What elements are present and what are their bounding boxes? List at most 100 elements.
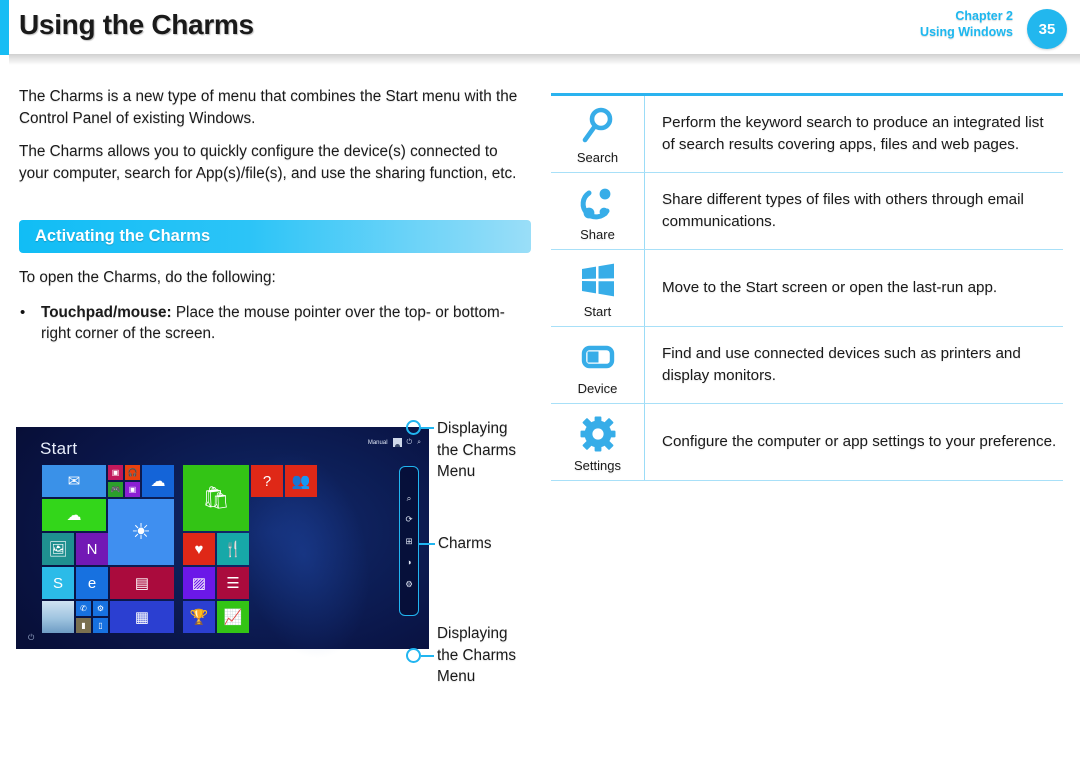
- charm-description: Move to the Start screen or open the las…: [662, 278, 998, 296]
- heart-icon: ♥: [194, 540, 204, 558]
- picture-tile[interactable]: [42, 601, 74, 633]
- store-icon: 🛍: [202, 485, 230, 510]
- charm-icon-label: Search: [576, 149, 619, 165]
- finance-tile[interactable]: 📈: [217, 601, 249, 633]
- callout-line-top: [421, 427, 434, 430]
- charm-description: Perform the keyword search to produce an…: [662, 114, 1044, 153]
- device-icon[interactable]: ◑: [406, 558, 411, 567]
- health-tile[interactable]: ♥: [183, 533, 215, 565]
- settings-icon[interactable]: ⚙: [405, 580, 413, 589]
- chapter-name: Using Windows: [920, 24, 1013, 39]
- news-icon: ▤: [134, 574, 150, 592]
- chapter-info: Chapter 2 Using Windows: [920, 9, 1013, 40]
- charm-description: Share different types of files with othe…: [662, 191, 1024, 230]
- people-icon: 👥: [291, 472, 311, 490]
- book-icon: ▮: [81, 620, 86, 630]
- section-heading-title: Activating the Charms: [35, 226, 211, 245]
- photos-tile[interactable]: 🖼: [42, 533, 74, 565]
- cloud-outline-icon: ☁: [66, 506, 82, 524]
- sun-tile[interactable]: ☀: [108, 499, 174, 565]
- charm-icon-cell: Share: [551, 172, 645, 249]
- settings-icon: [579, 413, 617, 455]
- onenote-icon: N: [86, 540, 98, 558]
- chapter-number: Chapter 2: [955, 9, 1013, 23]
- trophy-icon: 🏆: [189, 608, 209, 626]
- ie-icon: e: [87, 574, 97, 592]
- header-accent-bar: [0, 0, 9, 55]
- callout-label-mid: Charms: [438, 535, 492, 552]
- charm-description: Configure the computer or app settings t…: [662, 432, 1057, 450]
- page-number-badge: 35: [1027, 9, 1067, 49]
- tile-grid: ✉ ▣ 🎧 🎮 ▣ ☁ ☁ ☀ 🖼 N Se ▤ ✆ ⚙ ▮ ▯ ▦ 🛍? 👥 ♥ 🍴 ▨ ☰ 🏆 📈: [42, 465, 322, 637]
- corner-power-icon[interactable]: ⏻: [28, 633, 34, 643]
- store-tile[interactable]: 🛍: [183, 465, 249, 531]
- cloud-icon: ☁: [150, 472, 166, 490]
- charms-bar[interactable]: ⌕ ⟳ ⊞ ◑ ⚙: [399, 466, 419, 616]
- charm-icon-cell: Settings: [551, 403, 645, 480]
- settings-tile[interactable]: ⚙: [93, 601, 108, 616]
- map-icon: ▨: [191, 574, 207, 592]
- music-tile[interactable]: 🎧: [125, 465, 140, 480]
- charm-icon-label: Settings: [574, 457, 621, 473]
- left-column: The Charms is a new type of menu that co…: [19, 86, 531, 345]
- user-icon: [392, 438, 402, 447]
- phone-tile[interactable]: ✆: [76, 601, 91, 616]
- charm-icon-cell: Search: [551, 95, 645, 172]
- calendar-tile[interactable]: ▦: [110, 601, 174, 633]
- callout-line-mid: [418, 543, 435, 546]
- account-area: Manual ⏻ ⌕: [368, 438, 421, 447]
- skype-tile[interactable]: S: [42, 567, 74, 599]
- travel-tile[interactable]: ▨: [183, 567, 215, 599]
- help-tile[interactable]: ?: [251, 465, 283, 497]
- start-screen-title: Start: [40, 439, 78, 458]
- games-tile[interactable]: 🎮: [108, 482, 123, 497]
- list-tile[interactable]: ☰: [217, 567, 249, 599]
- device-icon: [579, 336, 617, 378]
- charm-icon-label: Device: [577, 380, 618, 396]
- charm-table-row: Settings Configure the computer or app se…: [551, 403, 1063, 481]
- charms-description-table: Search Perform the keyword search to prod…: [551, 93, 1063, 481]
- onedrive-tile[interactable]: ☁: [142, 465, 174, 497]
- account-name: Manual: [367, 439, 388, 446]
- charm-table-row: Search Perform the keyword search to prod…: [551, 95, 1063, 173]
- photo-icon: 🖼: [48, 540, 68, 558]
- charm-table-row: Share Share different types of files with…: [551, 172, 1063, 250]
- section-intro-text: To open the Charms, do the following:: [19, 268, 276, 286]
- intro-paragraph-2: The Charms allows you to quickly configu…: [19, 143, 517, 183]
- power-icon: ⏻: [406, 439, 413, 446]
- video-icon: ▣: [111, 467, 120, 477]
- camera-icon: ▣: [128, 484, 137, 494]
- video-tile[interactable]: ▣: [108, 465, 123, 480]
- bullet-marker: •: [20, 303, 26, 321]
- reader-tile[interactable]: ▮: [76, 618, 91, 633]
- camera-tile[interactable]: ▣: [125, 482, 140, 497]
- charm-icon-cell: Device: [551, 326, 645, 403]
- news-tile[interactable]: ▤: [110, 567, 174, 599]
- people-tile[interactable]: 👥: [285, 465, 317, 497]
- search-icon: ⌕: [417, 439, 421, 446]
- page-title: Using the Charms: [19, 9, 254, 40]
- question-icon: ?: [262, 472, 272, 490]
- ie-tile[interactable]: e: [76, 567, 108, 599]
- mail-tile[interactable]: ✉: [42, 465, 106, 497]
- food-tile[interactable]: 🍴: [217, 533, 249, 565]
- start-icon[interactable]: ⊞: [405, 537, 412, 546]
- share-icon: [579, 182, 617, 224]
- screen-base: [16, 649, 429, 659]
- search-icon[interactable]: ⌕: [407, 494, 412, 503]
- gamepad-icon: 🎮: [110, 484, 121, 494]
- onenote-tile[interactable]: N: [76, 533, 108, 565]
- charm-icon-label: Share: [580, 226, 615, 242]
- charm-icon-cell: Start: [551, 249, 645, 326]
- charm-icon-label: Start: [583, 303, 612, 319]
- sports-tile[interactable]: 🏆: [183, 601, 215, 633]
- list-icon: ☰: [226, 574, 240, 592]
- book2-icon: ▯: [98, 620, 103, 630]
- search-icon: [579, 105, 617, 147]
- share-icon[interactable]: ⟳: [405, 515, 412, 524]
- store2-tile[interactable]: ▯: [93, 618, 108, 633]
- weather-tile[interactable]: ☁: [42, 499, 106, 531]
- charm-table-row: Device Find and use connected devices suc…: [551, 326, 1063, 404]
- start-screen-image: Start Manual ⏻ ⌕ ✉ ▣ 🎧 🎮 ▣ ☁ ☁ ☀ 🖼 N Se ▤ ✆ ⚙ ▮ ▯ ▦ 🛍? 👥 ♥ 🍴…: [16, 427, 429, 659]
- header-shadow: [9, 54, 1080, 65]
